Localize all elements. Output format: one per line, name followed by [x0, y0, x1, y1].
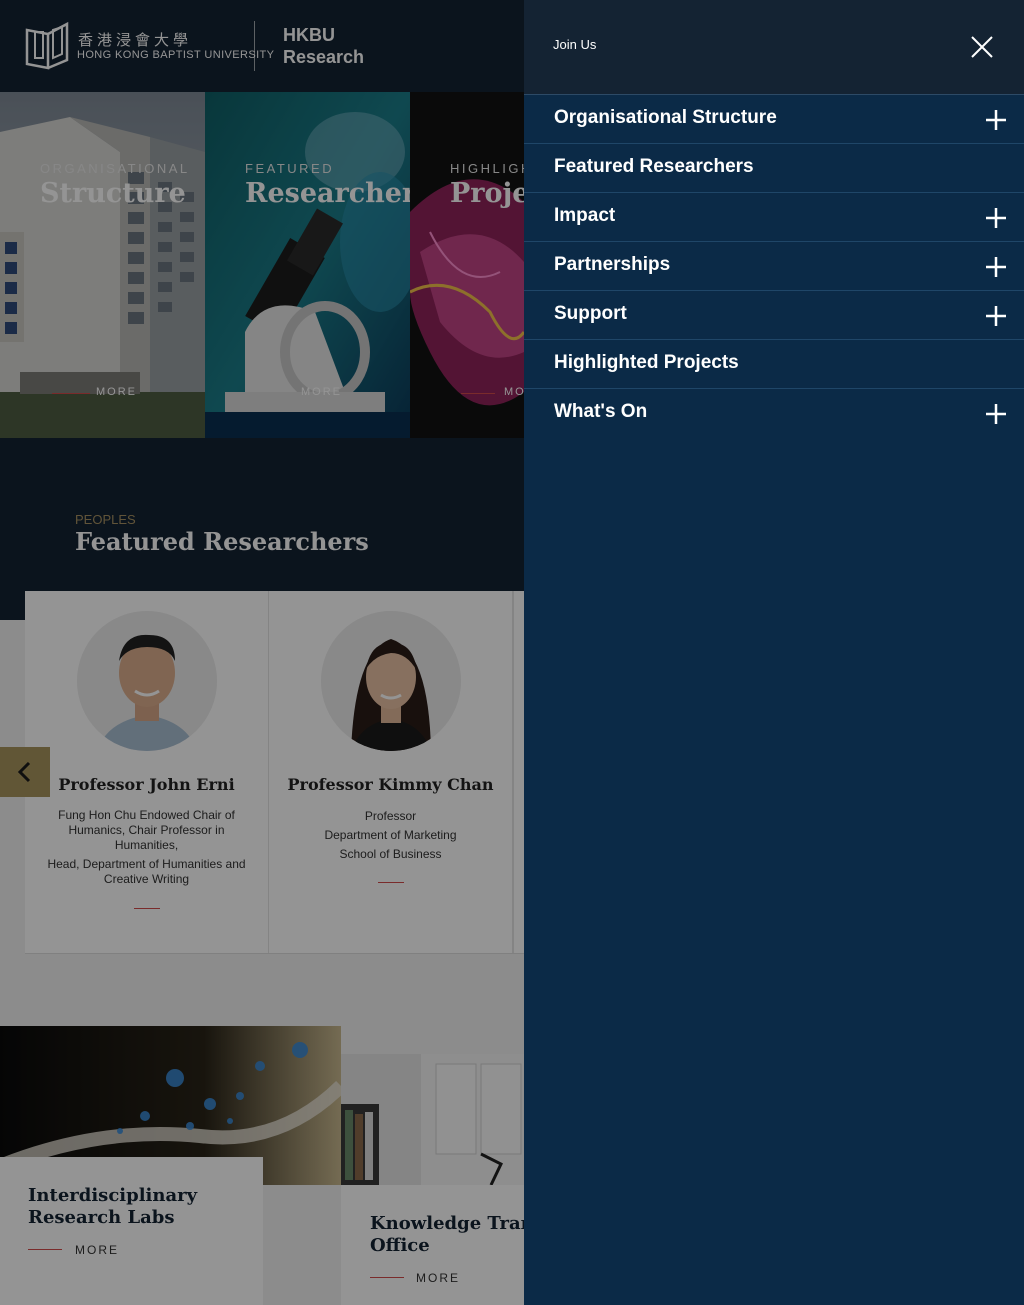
nav-item-featured-researchers[interactable]: Featured Researchers — [524, 144, 1024, 193]
nav-item-label: Organisational Structure — [554, 107, 777, 128]
nav-item-organisational-structure[interactable]: Organisational Structure — [524, 95, 1024, 144]
plus-icon[interactable] — [986, 257, 1006, 277]
nav-item-partnerships[interactable]: Partnerships — [524, 242, 1024, 291]
nav-item-label: Impact — [554, 205, 616, 226]
close-icon[interactable] — [970, 35, 994, 59]
nav-panel-header: Join Us — [524, 0, 1024, 95]
nav-item-impact[interactable]: Impact — [524, 193, 1024, 242]
nav-item-label: Highlighted Projects — [554, 352, 739, 373]
nav-item-support[interactable]: Support — [524, 291, 1024, 340]
nav-item-label: What's On — [554, 401, 648, 422]
plus-icon[interactable] — [986, 110, 1006, 130]
nav-item-highlighted-projects[interactable]: Highlighted Projects — [524, 340, 1024, 389]
plus-icon[interactable] — [986, 208, 1006, 228]
plus-icon[interactable] — [986, 306, 1006, 326]
page-background: 香港浸會大學 HONG KONG BAPTIST UNIVERSITY HKBU… — [0, 0, 524, 1305]
nav-item-label: Featured Researchers — [554, 156, 754, 177]
nav-item-whats-on[interactable]: What's On — [524, 389, 1024, 437]
nav-item-label: Partnerships — [554, 254, 671, 275]
nav-panel: Join Us Organisational Structure Feature… — [524, 0, 1024, 1305]
join-us-link[interactable]: Join Us — [553, 37, 596, 52]
nav-item-label: Support — [554, 303, 627, 324]
plus-icon[interactable] — [986, 404, 1006, 424]
nav-menu: Organisational Structure Featured Resear… — [524, 95, 1024, 437]
menu-backdrop-overlay[interactable] — [0, 0, 524, 1305]
